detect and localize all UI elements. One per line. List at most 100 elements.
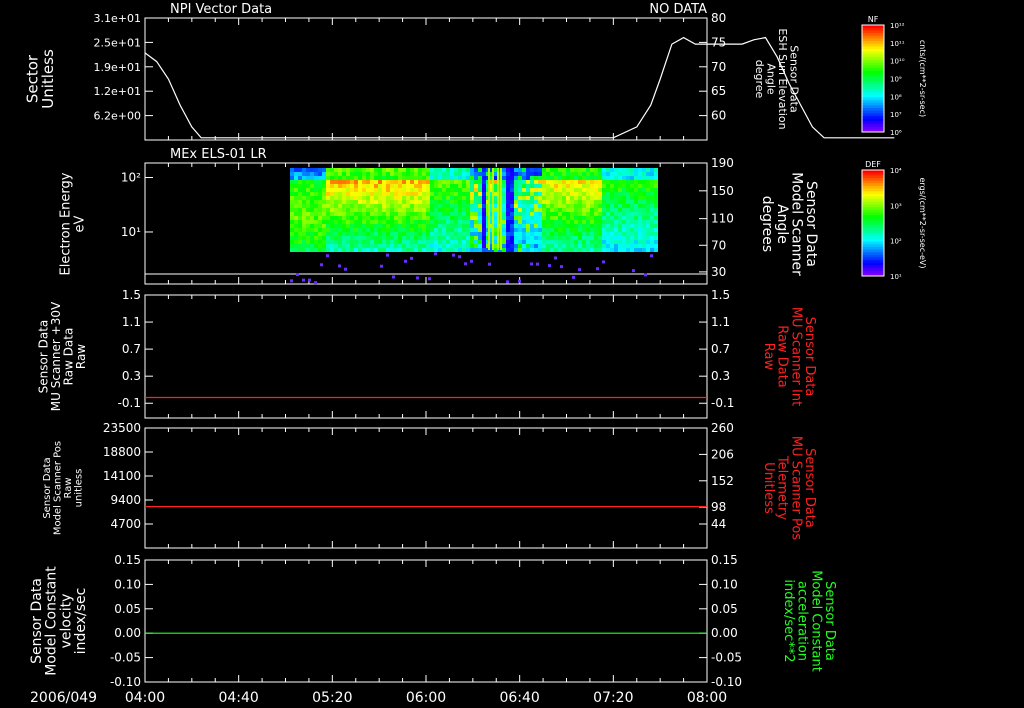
spectrogram-speckle xyxy=(428,277,431,281)
spectrogram-cell xyxy=(510,232,514,236)
spectrogram-cell xyxy=(542,196,546,200)
spectrogram-cell xyxy=(482,236,486,240)
spectrogram-cell xyxy=(354,176,358,180)
spectrogram-cell xyxy=(586,172,590,176)
spectrogram-speckle xyxy=(560,265,563,269)
spectrogram-cell xyxy=(322,212,326,216)
spectrogram-cell xyxy=(394,200,398,204)
spectrogram-cell xyxy=(610,240,614,244)
spectrogram-cell xyxy=(390,240,394,244)
spectrogram-cell xyxy=(406,204,410,208)
spectrogram-cell xyxy=(422,204,426,208)
spectrogram-cell xyxy=(362,184,366,188)
axis-label: Raw xyxy=(63,477,74,498)
spectrogram-cell xyxy=(590,184,594,188)
spectrogram-cell xyxy=(586,188,590,192)
spectrogram-cell xyxy=(482,172,486,176)
spectrogram-cell xyxy=(566,244,570,248)
spectrogram-cell xyxy=(614,188,618,192)
spectrogram-cell xyxy=(642,192,646,196)
spectrogram-cell xyxy=(434,244,438,248)
y-tick-label: -0.05 xyxy=(110,651,141,665)
spectrogram-cell xyxy=(614,168,618,172)
spectrogram-cell xyxy=(298,188,302,192)
spectrogram-cell xyxy=(414,224,418,228)
spectrogram-cell xyxy=(322,244,326,248)
spectrogram-cell xyxy=(446,248,450,252)
spectrogram-cell xyxy=(650,172,654,176)
spectrogram-cell xyxy=(630,192,634,196)
spectrogram-cell xyxy=(434,172,438,176)
spectrogram-cell xyxy=(642,196,646,200)
axis-label: velocity xyxy=(58,594,74,649)
spectrogram-cell xyxy=(506,240,510,244)
spectrogram-cell xyxy=(442,200,446,204)
spectrogram-cell xyxy=(446,180,450,184)
spectrogram-cell xyxy=(534,196,538,200)
spectrogram-cell xyxy=(350,236,354,240)
spectrogram-cell xyxy=(530,176,534,180)
spectrogram-cell xyxy=(330,168,334,172)
spectrogram-cell xyxy=(602,180,606,184)
spectrogram-cell xyxy=(314,208,318,212)
spectrogram-cell xyxy=(598,192,602,196)
spectrogram-cell xyxy=(590,220,594,224)
spectrogram-cell xyxy=(346,212,350,216)
spectrogram-cell xyxy=(590,176,594,180)
spectrogram-cell xyxy=(426,220,430,224)
spectrogram-speckle xyxy=(434,252,437,256)
spectrogram-cell xyxy=(558,204,562,208)
spectrogram-cell xyxy=(306,168,310,172)
spectrogram-cell xyxy=(298,208,302,212)
spectrogram-cell xyxy=(642,168,646,172)
spectrogram-cell xyxy=(390,232,394,236)
spectrogram-cell xyxy=(326,244,330,248)
spectrogram-cell xyxy=(526,224,530,228)
spectrogram-cell xyxy=(590,172,594,176)
spectrogram-cell xyxy=(610,184,614,188)
spectrogram-cell xyxy=(478,188,482,192)
spectrogram-cell xyxy=(646,232,650,236)
spectrogram-cell xyxy=(546,172,550,176)
spectrogram-cell xyxy=(350,240,354,244)
spectrogram-cell xyxy=(406,192,410,196)
spectrogram-cell xyxy=(322,204,326,208)
spectrogram-cell xyxy=(422,200,426,204)
spectrogram-cell xyxy=(414,188,418,192)
spectrogram-cell xyxy=(338,196,342,200)
spectrogram-cell xyxy=(342,208,346,212)
axis-label: Model Scanner Pos xyxy=(52,441,63,535)
spectrogram-cell xyxy=(346,232,350,236)
spectrogram-cell xyxy=(370,172,374,176)
spectrogram-cell xyxy=(426,204,430,208)
spectrogram-cell xyxy=(618,240,622,244)
spectrogram-cell xyxy=(510,208,514,212)
spectrogram-cell xyxy=(606,224,610,228)
spectrogram-cell xyxy=(438,192,442,196)
spectrogram-cell xyxy=(502,236,506,240)
spectrogram-cell xyxy=(366,200,370,204)
spectrogram-cell xyxy=(402,204,406,208)
spectrogram-cell xyxy=(310,212,314,216)
spectrogram-cell xyxy=(550,248,554,252)
spectrogram-cell xyxy=(470,240,474,244)
spectrogram-cell xyxy=(554,244,558,248)
spectrogram-cell xyxy=(314,180,318,184)
spectrogram-cell xyxy=(526,168,530,172)
spectrogram-cell xyxy=(506,204,510,208)
spectrogram-cell xyxy=(346,240,350,244)
spectrogram-cell xyxy=(622,228,626,232)
spectrogram-cell xyxy=(354,204,358,208)
spectrogram-cell xyxy=(330,208,334,212)
spectrogram-cell xyxy=(454,180,458,184)
spectrogram-cell xyxy=(518,208,522,212)
spectrogram-cell xyxy=(510,216,514,220)
spectrogram-cell xyxy=(514,172,518,176)
y-tick-label: 0.10 xyxy=(114,577,141,591)
spectrogram-speckle xyxy=(572,275,575,279)
spectrogram-cell xyxy=(366,196,370,200)
spectrogram-cell xyxy=(594,224,598,228)
spectrogram-cell xyxy=(650,192,654,196)
spectrogram-cell xyxy=(634,216,638,220)
spectrogram-speckle xyxy=(488,262,491,266)
